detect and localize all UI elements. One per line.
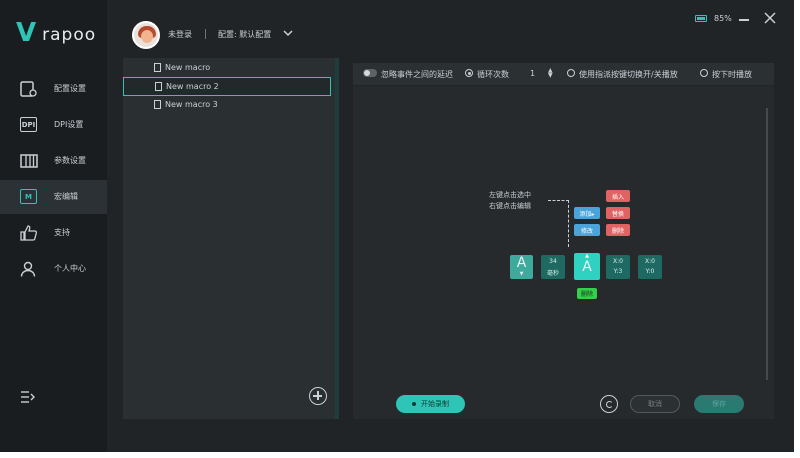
mouse-y-1: Y:3	[613, 268, 623, 275]
sidebar-item-label: 个人中心	[54, 264, 86, 273]
sidebar-item-config[interactable]: 配置设置	[0, 72, 107, 106]
macro-list-item[interactable]: New macro	[123, 59, 331, 78]
add-before-button[interactable]: 添加▸	[574, 207, 600, 219]
mouse-y-2: Y:0	[645, 268, 655, 275]
header-divider	[205, 29, 206, 39]
loop-radio[interactable]	[465, 69, 473, 77]
file-icon	[154, 100, 161, 109]
start-record-button[interactable]: 开始录制	[396, 395, 465, 413]
macro-name: New macro	[165, 63, 211, 72]
macro-editor-canvas[interactable]	[353, 86, 774, 386]
sidebar: V rapoo 配置设置 DPI DPI设置 参数设置 M 宏编辑 支持 个人中…	[0, 0, 107, 452]
brand-name: rapoo	[42, 25, 97, 45]
cancel-button[interactable]: 取消	[630, 395, 680, 413]
thumbs-up-icon	[20, 225, 38, 241]
insert-button[interactable]: 插入	[606, 190, 630, 202]
loop-count-input[interactable]: 1	[530, 69, 535, 78]
save-button[interactable]: 保存	[694, 395, 744, 413]
sidebar-item-dpi[interactable]: DPI DPI设置	[0, 108, 107, 142]
config-icon	[20, 81, 37, 97]
collapse-menu-icon[interactable]	[20, 390, 36, 404]
mouse-x-2: X:0	[645, 258, 655, 265]
mouse-move-node-2[interactable]: X:0 Y:0	[638, 255, 662, 279]
app-window: V rapoo 配置设置 DPI DPI设置 参数设置 M 宏编辑 支持 个人中…	[0, 0, 794, 452]
battery-percent: 85%	[714, 14, 732, 23]
ignore-delay-label: 忽略事件之间的延迟	[381, 70, 453, 79]
key-down-arrow-icon: ▼	[519, 271, 524, 277]
sidebar-item-params[interactable]: 参数设置	[0, 144, 107, 178]
macro-list-item-selected[interactable]: New macro 2	[123, 77, 331, 96]
user-icon	[20, 261, 36, 277]
panel-scrollbar[interactable]	[335, 58, 339, 419]
key-a2-label: A	[582, 259, 592, 275]
sidebar-item-label: 宏编辑	[54, 192, 78, 201]
file-icon	[154, 63, 161, 72]
delay-node[interactable]: 34 毫秒	[541, 255, 565, 279]
hold-play-label: 按下时播放	[712, 70, 752, 79]
hint-line-1: 左键点击选中	[489, 191, 531, 199]
hint-line-2: 右键点击编辑	[489, 202, 531, 210]
dpi-icon-text: DPI	[20, 117, 37, 132]
sidebar-item-label: 配置设置	[54, 84, 86, 93]
username[interactable]: 未登录	[168, 29, 192, 40]
close-icon[interactable]	[764, 12, 776, 24]
avatar-face	[141, 30, 153, 43]
refresh-icon[interactable]	[600, 395, 618, 413]
add-macro-button[interactable]	[309, 387, 327, 405]
delay-unit: 毫秒	[546, 270, 559, 277]
sidebar-item-support[interactable]: 支持	[0, 216, 107, 250]
mouse-move-node-1[interactable]: X:0 Y:3	[606, 255, 630, 279]
toggle-play-radio[interactable]	[567, 69, 575, 77]
record-label: 开始录制	[421, 400, 449, 408]
minimize-button[interactable]	[739, 19, 749, 21]
editor-hint: 左键点击选中 右键点击编辑	[489, 190, 531, 212]
config-selector[interactable]: 配置: 默认配置	[218, 29, 271, 40]
hint-connector-v	[568, 200, 569, 247]
top-bar: 未登录 配置: 默认配置 85%	[107, 0, 794, 60]
delete-button[interactable]: 删除	[606, 224, 630, 236]
mouse-x-1: X:0	[613, 258, 623, 265]
loop-count-stepper[interactable]: ▲ ▼	[548, 68, 553, 79]
macro-name: New macro 3	[165, 100, 218, 109]
logo-mark: V	[16, 18, 37, 48]
macro-icon-text: M	[20, 189, 37, 204]
battery-icon	[695, 15, 707, 22]
brand-logo: V rapoo	[16, 20, 96, 46]
key-a-selected-node[interactable]: ▲ A	[574, 253, 600, 280]
modify-button[interactable]: 修改	[574, 224, 600, 236]
sidebar-item-label: 参数设置	[54, 156, 86, 165]
editor-scrollbar[interactable]	[766, 108, 768, 380]
ignore-delay-toggle[interactable]	[363, 69, 377, 77]
sidebar-item-label: 支持	[54, 228, 70, 237]
key-a-label: A	[516, 255, 527, 271]
chevron-down-icon[interactable]	[283, 28, 293, 38]
options-bar: 忽略事件之间的延迟 循环次数 1 ▲ ▼ 使用指派按键切换开/关播放 按下时播放	[353, 63, 774, 85]
params-icon	[20, 154, 38, 168]
sidebar-item-macro[interactable]: M 宏编辑	[0, 180, 107, 214]
macro-list-item[interactable]: New macro 3	[123, 96, 331, 115]
delay-value: 34	[549, 258, 557, 265]
record-dot-icon	[412, 402, 416, 406]
replace-button[interactable]: 替换	[606, 207, 630, 219]
macro-icon: M	[20, 189, 38, 205]
dpi-icon: DPI	[20, 117, 38, 133]
avatar[interactable]	[132, 21, 160, 49]
delete-node-button[interactable]: 删除	[577, 288, 597, 299]
key-a-node[interactable]: A ▼	[510, 255, 533, 279]
hint-connector-h	[548, 200, 569, 201]
macro-list-panel: New macro New macro 2 New macro 3	[123, 58, 339, 419]
sidebar-item-label: DPI设置	[54, 120, 84, 129]
file-icon	[155, 82, 162, 91]
loop-label: 循环次数	[477, 70, 509, 79]
hold-play-radio[interactable]	[700, 69, 708, 77]
sidebar-item-user[interactable]: 个人中心	[0, 252, 107, 286]
toggle-play-label: 使用指派按键切换开/关播放	[579, 70, 678, 79]
macro-name: New macro 2	[166, 82, 219, 91]
